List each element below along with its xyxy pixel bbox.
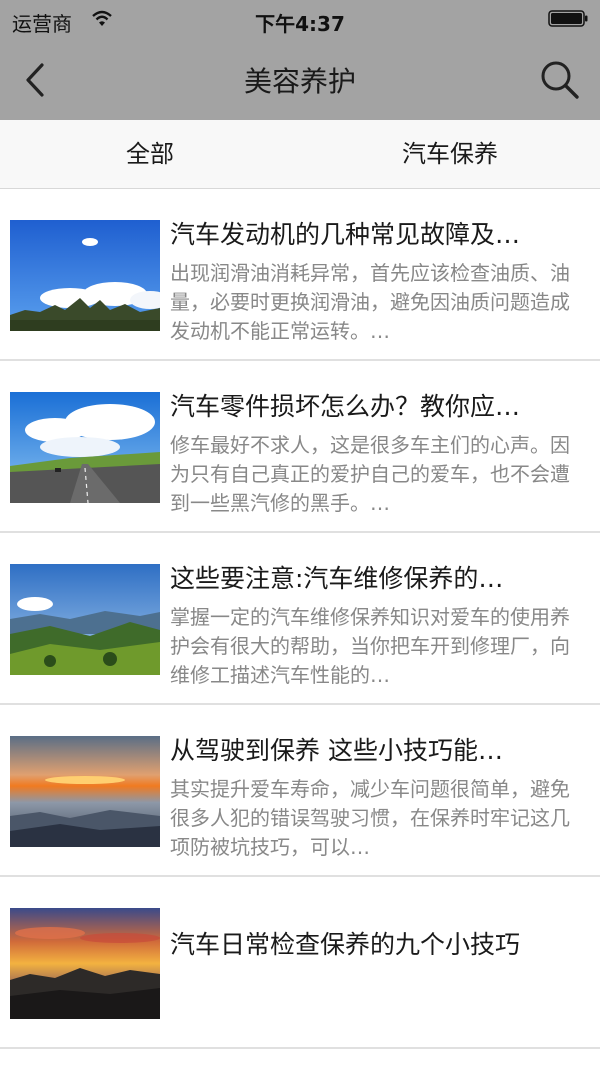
- tab-all[interactable]: 全部: [0, 120, 300, 188]
- list-item[interactable]: 汽车日常检查保养的九个小技巧: [0, 877, 600, 1049]
- nav-bar: 美容养护: [0, 40, 600, 120]
- list-item[interactable]: 汽车零件损坏怎么办？教你应… 修车最好不求人，这是很多车主们的心声。因为只有自己…: [0, 361, 600, 533]
- list-item[interactable]: 这些要注意:汽车维修保养的… 掌握一定的汽车维修保养知识对爱车的使用养护会有很大…: [0, 533, 600, 705]
- article-summary: 其实提升爱车寿命，减少车问题很简单，避免很多人犯的错误驾驶习惯，在保养时牢记这几…: [170, 777, 570, 859]
- article-title: 汽车日常检查保养的九个小技巧: [170, 930, 521, 959]
- battery-icon: [548, 10, 588, 27]
- article-thumbnail: [10, 220, 160, 331]
- article-title: 汽车发动机的几种常见故障及…: [170, 220, 521, 249]
- article-thumbnail: [10, 908, 160, 1019]
- article-list: 汽车发动机的几种常见故障及… 出现润滑油消耗异常，首先应该检查油质、油量，必要时…: [0, 189, 600, 1049]
- article-thumbnail: [10, 736, 160, 847]
- article-title: 这些要注意:汽车维修保养的…: [170, 564, 504, 593]
- list-item[interactable]: 汽车发动机的几种常见故障及… 出现润滑油消耗异常，首先应该检查油质、油量，必要时…: [0, 189, 600, 361]
- search-icon[interactable]: [538, 58, 582, 102]
- tab-car-maintenance[interactable]: 汽车保养: [300, 120, 600, 188]
- article-summary: 修车最好不求人，这是很多车主们的心声。因为只有自己真正的爱护自己的爱车，也不会遭…: [170, 433, 570, 515]
- article-thumbnail: [10, 392, 160, 503]
- category-tabs: 全部 汽车保养: [0, 120, 600, 189]
- article-title: 汽车零件损坏怎么办？教你应…: [170, 392, 521, 421]
- header: 运营商 下午4:37 美容养护: [0, 0, 600, 120]
- article-summary: 掌握一定的汽车维修保养知识对爱车的使用养护会有很大的帮助，当你把车开到修理厂，向…: [170, 605, 570, 687]
- status-bar: 运营商 下午4:37: [0, 0, 600, 40]
- list-item[interactable]: 从驾驶到保养 这些小技巧能… 其实提升爱车寿命，减少车问题很简单，避免很多人犯的…: [0, 705, 600, 877]
- article-thumbnail: [10, 564, 160, 675]
- status-time: 下午4:37: [255, 12, 345, 36]
- article-summary: 出现润滑油消耗异常，首先应该检查油质、油量，必要时更换润滑油，避免因油质问题造成…: [170, 261, 570, 343]
- article-title: 从驾驶到保养 这些小技巧能…: [170, 736, 503, 765]
- page-title: 美容养护: [243, 65, 356, 98]
